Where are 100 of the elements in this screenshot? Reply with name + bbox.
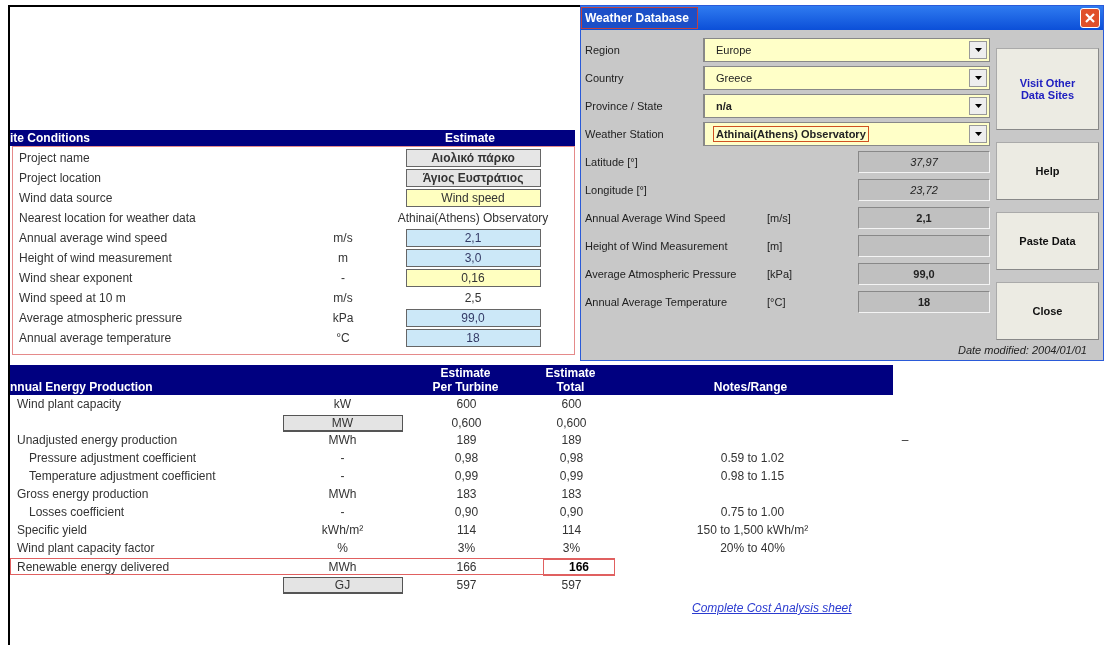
notes-text: 0.75 to 1.00 xyxy=(720,505,785,519)
link-button[interactable]: Visit Other Data Sites xyxy=(996,48,1099,130)
row-label: Average atmospheric pressure xyxy=(19,311,184,325)
section-title: ite Conditions xyxy=(10,131,91,145)
dialog-button[interactable]: Paste Data xyxy=(996,212,1099,270)
field-label: Weather Station xyxy=(585,128,665,140)
notes-text: 150 to 1,500 kWh/m² xyxy=(696,523,809,537)
row-label: Unadjusted energy production xyxy=(17,433,179,447)
column-header: Estimate xyxy=(545,366,596,380)
unit-label: kW xyxy=(332,397,353,411)
table-cell-text: 600 xyxy=(455,397,478,411)
section-title: nnual Energy Production xyxy=(10,380,154,394)
dropdown-button[interactable] xyxy=(969,69,987,87)
value-field[interactable]: Wind speed xyxy=(405,189,541,207)
dialog-button[interactable]: Help xyxy=(996,142,1099,200)
table-cell-text: 183 xyxy=(455,487,478,501)
notes-text: 20% to 40% xyxy=(720,541,785,555)
value-field: 37,97 xyxy=(858,151,990,173)
dropdown-field[interactable]: Athinai(Athens) Observatory xyxy=(703,122,990,146)
unit-label: kPa xyxy=(331,311,355,325)
row-label: Wind speed at 10 m xyxy=(19,291,127,305)
close-icon xyxy=(1084,12,1096,24)
value-field[interactable]: Άγιος Ευστράτιος xyxy=(405,169,541,187)
dash-text: – xyxy=(900,433,910,447)
caret-icon xyxy=(974,104,982,108)
table-cell-text: 114 xyxy=(560,523,583,537)
table-cell-text: 114 xyxy=(455,523,478,537)
unit-button[interactable]: MW xyxy=(282,414,403,432)
field-label: Latitude [°] xyxy=(585,156,639,168)
value-field: 99,0 xyxy=(858,263,990,285)
cost-analysis-link[interactable]: Complete Cost Analysis sheet xyxy=(692,601,1010,615)
unit-label: - xyxy=(339,469,346,483)
value-field[interactable]: Αιολικό πάρκο xyxy=(405,149,541,167)
row-label: Nearest location for weather data xyxy=(19,211,197,225)
unit-label: [°C] xyxy=(767,296,787,308)
unit-label: kWh/m² xyxy=(320,523,365,537)
caret-icon xyxy=(974,48,982,52)
value-field: 2,1 xyxy=(858,207,990,229)
dropdown-button[interactable] xyxy=(969,97,987,115)
close-button[interactable] xyxy=(1080,8,1100,28)
dropdown-field[interactable]: Europe xyxy=(703,38,990,62)
dropdown-button[interactable] xyxy=(969,41,987,59)
table-cell-text: 0,90 xyxy=(558,505,585,519)
dropdown-value: Greece xyxy=(715,71,754,86)
table-cell-text: 0,98 xyxy=(453,451,480,465)
unit-label: - xyxy=(340,271,346,285)
field-label: Annual Average Wind Speed xyxy=(585,212,727,224)
row-label: Project location xyxy=(19,171,103,185)
notes-text: 0.59 to 1.02 xyxy=(720,451,785,465)
unit-label: - xyxy=(339,451,346,465)
table-cell-text: 0,600 xyxy=(555,416,588,430)
table-cell-text: 0,99 xyxy=(558,469,585,483)
row-label: Wind plant capacity xyxy=(17,397,123,411)
field-label: Annual Average Temperature xyxy=(585,296,729,308)
unit-label: m xyxy=(337,251,349,265)
row-label: Temperature adjustment coefficient xyxy=(29,469,217,483)
dropdown-value: Athinai(Athens) Observatory xyxy=(713,126,869,142)
dropdown-field[interactable]: Greece xyxy=(703,66,990,90)
unit-button[interactable]: GJ xyxy=(282,576,403,594)
value-field: 18 xyxy=(858,291,990,313)
row-label: Height of wind measurement xyxy=(19,251,173,265)
table-cell-text: 0,600 xyxy=(450,416,483,430)
value-field[interactable]: 99,0 xyxy=(405,309,541,327)
value-field[interactable]: 0,16 xyxy=(405,269,541,287)
value-field[interactable]: 18 xyxy=(405,329,541,347)
table-cell-text: 189 xyxy=(560,433,583,447)
value-text: Athinai(Athens) Observatory xyxy=(397,210,549,226)
value-field[interactable]: 2,1 xyxy=(405,229,541,247)
dropdown-value: n/a xyxy=(715,99,733,114)
value-text: 2,5 xyxy=(464,290,482,306)
dialog-button[interactable]: Close xyxy=(996,282,1099,340)
row-label: Wind plant capacity factor xyxy=(17,541,156,555)
dropdown-value: Europe xyxy=(715,43,753,58)
table-cell-text: 0,90 xyxy=(453,505,480,519)
table-cell-text: 189 xyxy=(455,433,478,447)
table-cell-text: 183 xyxy=(560,487,583,501)
row-label: Wind data source xyxy=(19,191,114,205)
table-cell: 166 xyxy=(543,558,615,576)
column-header: Notes/Range xyxy=(713,380,788,394)
row-label: Project name xyxy=(19,151,91,165)
table-cell-text: 0,99 xyxy=(453,469,480,483)
unit-label: [kPa] xyxy=(767,268,794,280)
row-label: Annual average temperature xyxy=(19,331,173,345)
dropdown-button[interactable] xyxy=(969,125,987,143)
caret-icon xyxy=(974,76,982,80)
field-label: Height of Wind Measurement xyxy=(585,240,729,252)
value-field[interactable]: 3,0 xyxy=(405,249,541,267)
row-label: Pressure adjustment coefficient xyxy=(29,451,198,465)
caret-icon xyxy=(974,132,982,136)
row-label: Specific yield xyxy=(17,523,89,537)
unit-label: - xyxy=(339,505,346,519)
unit-label: MWh xyxy=(327,433,358,447)
dropdown-field[interactable]: n/a xyxy=(703,94,990,118)
unit-label: % xyxy=(336,541,349,555)
row-label: Renewable energy delivered xyxy=(17,560,171,574)
column-header: Estimate xyxy=(440,366,491,380)
value-field: 23,72 xyxy=(858,179,990,201)
table-cell-text: 597 xyxy=(560,578,583,592)
column-header: Total xyxy=(556,380,585,394)
table-cell-text: 166 xyxy=(455,560,478,574)
